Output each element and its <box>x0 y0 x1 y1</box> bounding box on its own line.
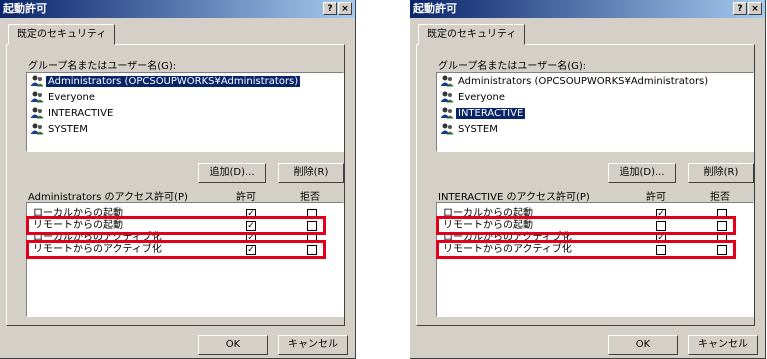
user-group-icon <box>440 123 454 135</box>
permission-listbox: ローカルからの起動リモートからの起動ローカルからのアクティブ化リモートからのアク… <box>436 202 754 317</box>
user-name: INTERACTIVE <box>456 108 526 119</box>
user-group-icon <box>30 91 44 103</box>
user-name: INTERACTIVE <box>48 108 114 119</box>
deny-checkbox[interactable] <box>307 221 317 231</box>
permissions-label: Administrators のアクセス許可(P) <box>28 192 188 203</box>
user-name: Everyone <box>458 92 506 103</box>
list-item[interactable]: INTERACTIVE <box>440 107 526 121</box>
deny-checkbox[interactable] <box>717 209 727 219</box>
allow-checkbox[interactable] <box>246 233 256 243</box>
tab-default-security[interactable]: 既定のセキュリティ <box>418 24 526 45</box>
deny-checkbox[interactable] <box>307 233 317 243</box>
allow-checkbox[interactable] <box>246 221 256 231</box>
permission-row: リモートからのアクティブ化 <box>437 243 753 257</box>
allow-checkbox[interactable] <box>246 209 256 219</box>
user-listbox[interactable]: Administrators (OPCSOUPWORKS¥Administrat… <box>26 72 344 152</box>
deny-header: 拒否 <box>710 192 730 203</box>
permission-row: リモートからのアクティブ化 <box>27 243 343 257</box>
window-title: 起動許可 <box>3 2 47 15</box>
list-item[interactable]: SYSTEM <box>30 123 90 137</box>
title-bar: 起動許可? × <box>0 0 355 18</box>
permission-name: リモートからのアクティブ化 <box>33 244 162 255</box>
allow-checkbox[interactable] <box>246 245 256 255</box>
user-name: Administrators (OPCSOUPWORKS¥Administrat… <box>458 76 709 87</box>
deny-checkbox[interactable] <box>307 245 317 255</box>
close-button[interactable]: × <box>748 2 762 15</box>
list-item[interactable]: Everyone <box>440 91 507 105</box>
allow-checkbox[interactable] <box>656 245 666 255</box>
user-name: Everyone <box>48 92 96 103</box>
launch-permission-dialog-right: 起動許可? × 既定のセキュリティグループ名またはユーザー名(G): Administ… <box>410 0 766 359</box>
add-button[interactable]: 追加(D)... <box>198 163 266 183</box>
deny-checkbox[interactable] <box>717 233 727 243</box>
help-button[interactable]: ? <box>733 2 747 15</box>
user-name: SYSTEM <box>48 124 88 135</box>
cancel-button[interactable]: キャンセル <box>688 335 758 355</box>
close-button[interactable]: × <box>338 2 352 15</box>
list-item[interactable]: Everyone <box>30 91 97 105</box>
group-user-label: グループ名またはユーザー名(G): <box>28 61 177 72</box>
add-button[interactable]: 追加(D)... <box>608 163 676 183</box>
title-bar: 起動許可? × <box>410 0 765 18</box>
ok-button[interactable]: OK <box>608 335 678 355</box>
allow-header: 許可 <box>236 192 256 203</box>
user-group-icon <box>440 91 454 103</box>
list-item[interactable]: Administrators (OPCSOUPWORKS¥Administrat… <box>30 75 301 89</box>
allow-checkbox[interactable] <box>656 233 666 243</box>
window-title: 起動許可 <box>413 2 457 15</box>
permission-listbox: ローカルからの起動リモートからの起動ローカルからのアクティブ化リモートからのアク… <box>26 202 344 317</box>
tab-default-security[interactable]: 既定のセキュリティ <box>8 24 116 45</box>
deny-checkbox[interactable] <box>717 245 727 255</box>
ok-button[interactable]: OK <box>198 335 268 355</box>
allow-header: 許可 <box>646 192 666 203</box>
user-group-icon <box>30 123 44 135</box>
user-name: Administrators (OPCSOUPWORKS¥Administrat… <box>46 76 301 87</box>
user-name: SYSTEM <box>458 124 498 135</box>
remove-button[interactable]: 削除(R) <box>688 163 754 183</box>
allow-checkbox[interactable] <box>656 221 666 231</box>
remove-button[interactable]: 削除(R) <box>278 163 344 183</box>
deny-header: 拒否 <box>300 192 320 203</box>
cancel-button[interactable]: キャンセル <box>278 335 348 355</box>
user-group-icon <box>30 75 44 87</box>
permission-name: リモートからのアクティブ化 <box>443 244 572 255</box>
user-listbox[interactable]: Administrators (OPCSOUPWORKS¥Administrat… <box>436 72 754 152</box>
group-user-label: グループ名またはユーザー名(G): <box>438 61 587 72</box>
list-item[interactable]: Administrators (OPCSOUPWORKS¥Administrat… <box>440 75 710 89</box>
user-group-icon <box>30 107 44 119</box>
user-group-icon <box>440 75 454 87</box>
help-button[interactable]: ? <box>323 2 337 15</box>
launch-permission-dialog-left: 起動許可? × 既定のセキュリティグループ名またはユーザー名(G): Administ… <box>0 0 356 359</box>
deny-checkbox[interactable] <box>307 209 317 219</box>
allow-checkbox[interactable] <box>656 209 666 219</box>
list-item[interactable]: SYSTEM <box>440 123 500 137</box>
list-item[interactable]: INTERACTIVE <box>30 107 115 121</box>
user-group-icon <box>440 107 454 119</box>
permissions-label: INTERACTIVE のアクセス許可(P) <box>438 192 590 203</box>
deny-checkbox[interactable] <box>717 221 727 231</box>
